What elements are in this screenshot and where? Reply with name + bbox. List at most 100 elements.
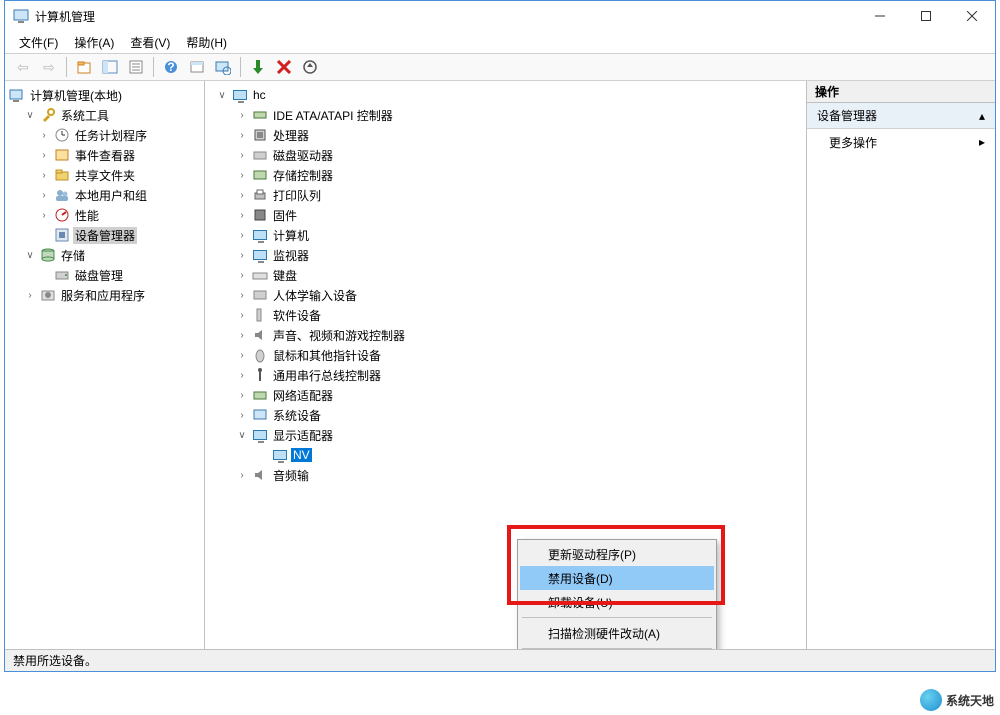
menu-disable-device[interactable]: 禁用设备(D)	[520, 566, 714, 590]
more-actions-item[interactable]: 更多操作 ▸	[807, 129, 995, 155]
menu-view[interactable]: 查看(V)	[124, 32, 176, 53]
expand-icon[interactable]: ›	[235, 210, 249, 221]
expand-icon[interactable]: ›	[235, 350, 249, 361]
collapse-icon[interactable]: ∨	[235, 430, 249, 441]
device-disk[interactable]: ›磁盘驱动器	[205, 145, 806, 165]
device-storage-ctrl[interactable]: ›存储控制器	[205, 165, 806, 185]
menu-file[interactable]: 文件(F)	[13, 32, 64, 53]
disable-device-toolbar-button[interactable]	[272, 56, 296, 78]
tree-root-computer-management[interactable]: 计算机管理(本地)	[5, 85, 204, 105]
tree-storage[interactable]: ∨ 存储	[5, 245, 204, 265]
device-sys-dev[interactable]: ›系统设备	[205, 405, 806, 425]
tree-shared-folders[interactable]: › 共享文件夹	[5, 165, 204, 185]
update-driver-toolbar-button[interactable]	[298, 56, 322, 78]
ide-icon	[252, 107, 268, 123]
tree-label: 磁盘管理	[73, 267, 125, 284]
close-button[interactable]	[949, 1, 995, 31]
expand-icon[interactable]: ›	[235, 310, 249, 321]
expand-icon[interactable]: ›	[37, 190, 51, 201]
toolbar-separator	[66, 57, 67, 77]
maximize-button[interactable]	[903, 1, 949, 31]
left-tree-pane[interactable]: 计算机管理(本地) ∨ 系统工具 › 任务计划程序 › 事件查看器 › 共享文件…	[5, 81, 205, 649]
device-audio-io[interactable]: ›音频输	[205, 465, 806, 485]
expand-icon[interactable]: ›	[235, 410, 249, 421]
device-soft-dev[interactable]: ›软件设备	[205, 305, 806, 325]
show-hide-tree-button[interactable]	[98, 56, 122, 78]
expand-icon[interactable]: ›	[235, 230, 249, 241]
device-print-queue[interactable]: ›打印队列	[205, 185, 806, 205]
menu-uninstall-device[interactable]: 卸载设备(U)	[520, 590, 714, 614]
expand-icon[interactable]: ›	[37, 150, 51, 161]
device-monitor[interactable]: › 监视器	[205, 245, 806, 265]
tree-local-users[interactable]: › 本地用户和组	[5, 185, 204, 205]
expand-icon[interactable]: ›	[37, 130, 51, 141]
expand-icon[interactable]: ›	[23, 290, 37, 301]
menu-help[interactable]: 帮助(H)	[180, 32, 233, 53]
expand-icon[interactable]: ›	[235, 370, 249, 381]
expand-icon[interactable]: ›	[235, 390, 249, 401]
menu-scan-hardware[interactable]: 扫描检测硬件改动(A)	[520, 621, 714, 645]
tree-task-scheduler[interactable]: › 任务计划程序	[5, 125, 204, 145]
enable-device-toolbar-button[interactable]	[246, 56, 270, 78]
device-keyboard[interactable]: ›键盘	[205, 265, 806, 285]
expand-icon[interactable]: ›	[235, 290, 249, 301]
tree-services-apps[interactable]: › 服务和应用程序	[5, 285, 204, 305]
tree-label: 设备管理器	[73, 227, 137, 244]
tree-label: 任务计划程序	[73, 127, 149, 144]
expand-icon[interactable]: ›	[37, 170, 51, 181]
menu-action[interactable]: 操作(A)	[68, 32, 120, 53]
expand-icon[interactable]: ›	[235, 190, 249, 201]
collapse-icon[interactable]: ∨	[23, 110, 37, 121]
menu-update-driver[interactable]: 更新驱动程序(P)	[520, 542, 714, 566]
device-root[interactable]: ∨ hc	[205, 85, 806, 105]
tree-label: IDE ATA/ATAPI 控制器	[271, 107, 395, 124]
device-firmware[interactable]: › 固件	[205, 205, 806, 225]
expand-icon[interactable]: ›	[37, 210, 51, 221]
tree-performance[interactable]: › 性能	[5, 205, 204, 225]
expand-icon[interactable]: ›	[235, 270, 249, 281]
expand-icon[interactable]: ›	[235, 150, 249, 161]
expand-icon[interactable]: ›	[235, 470, 249, 481]
help-toolbar-button[interactable]: ?	[159, 56, 183, 78]
collapse-icon[interactable]: ∨	[215, 90, 229, 101]
tree-label: 固件	[271, 207, 299, 224]
properties-toolbar-button[interactable]	[124, 56, 148, 78]
tree-label: 监视器	[271, 247, 311, 264]
tree-device-manager[interactable]: 设备管理器	[5, 225, 204, 245]
up-button[interactable]	[72, 56, 96, 78]
tree-label: 鼠标和其他指针设备	[271, 347, 383, 364]
disk-icon	[54, 267, 70, 283]
actions-pane: 操作 设备管理器 ▴ 更多操作 ▸	[807, 81, 995, 649]
device-sound[interactable]: ›声音、视频和游戏控制器	[205, 325, 806, 345]
device-hid[interactable]: ›人体学输入设备	[205, 285, 806, 305]
device-cpu[interactable]: ›处理器	[205, 125, 806, 145]
forward-button[interactable]: ⇨	[37, 56, 61, 78]
actions-pane-header: 操作	[807, 81, 995, 103]
section-title-label: 设备管理器	[817, 107, 877, 124]
device-network[interactable]: ›网络适配器	[205, 385, 806, 405]
expand-icon[interactable]: ›	[235, 110, 249, 121]
device-nvidia-adapter[interactable]: NV	[205, 445, 806, 465]
device-tree-pane[interactable]: ∨ hc › IDE ATA/ATAPI 控制器 ›处理器 ›磁盘驱动器 ›存储控…	[205, 81, 807, 649]
tree-label: NV	[291, 448, 312, 462]
tree-system-tools[interactable]: ∨ 系统工具	[5, 105, 204, 125]
actions-section-title[interactable]: 设备管理器 ▴	[807, 103, 995, 129]
tree-disk-management[interactable]: 磁盘管理	[5, 265, 204, 285]
device-usb[interactable]: ›通用串行总线控制器	[205, 365, 806, 385]
collapse-icon[interactable]: ∨	[23, 250, 37, 261]
device-mouse[interactable]: › 鼠标和其他指针设备	[205, 345, 806, 365]
back-button[interactable]: ⇦	[11, 56, 35, 78]
expand-icon[interactable]: ›	[235, 130, 249, 141]
submenu-arrow-icon: ▸	[979, 135, 985, 149]
menu-separator	[522, 617, 712, 618]
device-display[interactable]: ∨显示适配器	[205, 425, 806, 445]
tree-event-viewer[interactable]: › 事件查看器	[5, 145, 204, 165]
expand-icon[interactable]: ›	[235, 330, 249, 341]
toolbar-btn-6[interactable]	[185, 56, 209, 78]
device-computer[interactable]: ›计算机	[205, 225, 806, 245]
expand-icon[interactable]: ›	[235, 250, 249, 261]
minimize-button[interactable]	[857, 1, 903, 31]
device-ide[interactable]: › IDE ATA/ATAPI 控制器	[205, 105, 806, 125]
expand-icon[interactable]: ›	[235, 170, 249, 181]
scan-hardware-toolbar-button[interactable]	[211, 56, 235, 78]
